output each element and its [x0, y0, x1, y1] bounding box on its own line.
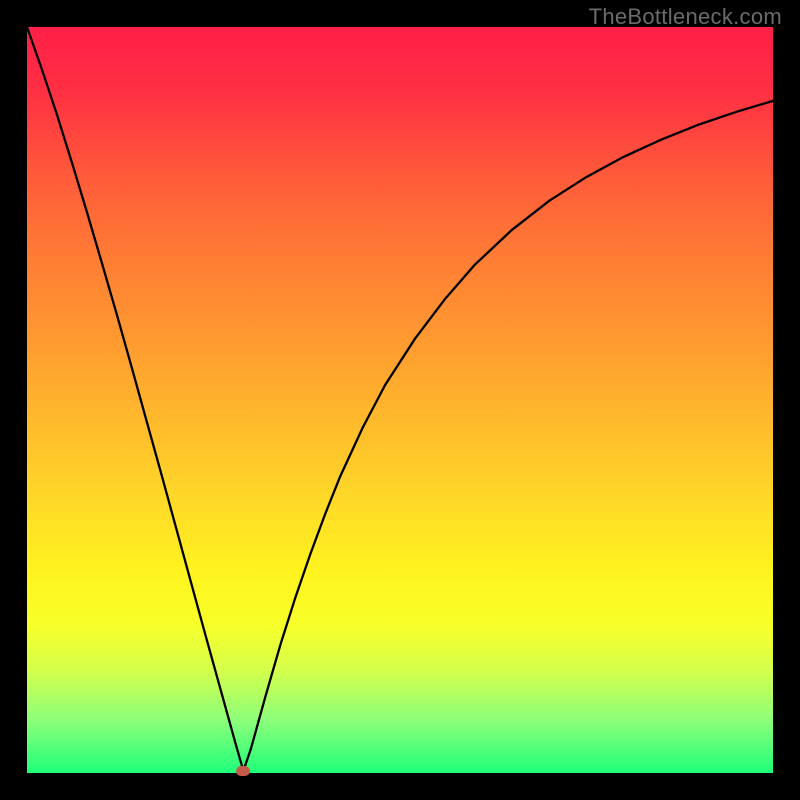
curve-left-branch [27, 27, 243, 771]
curve-right-branch [243, 101, 773, 771]
watermark-text: TheBottleneck.com [589, 4, 782, 30]
chart-plot-area [27, 27, 773, 773]
optimal-point-marker [236, 766, 250, 776]
bottleneck-curve [27, 27, 773, 773]
